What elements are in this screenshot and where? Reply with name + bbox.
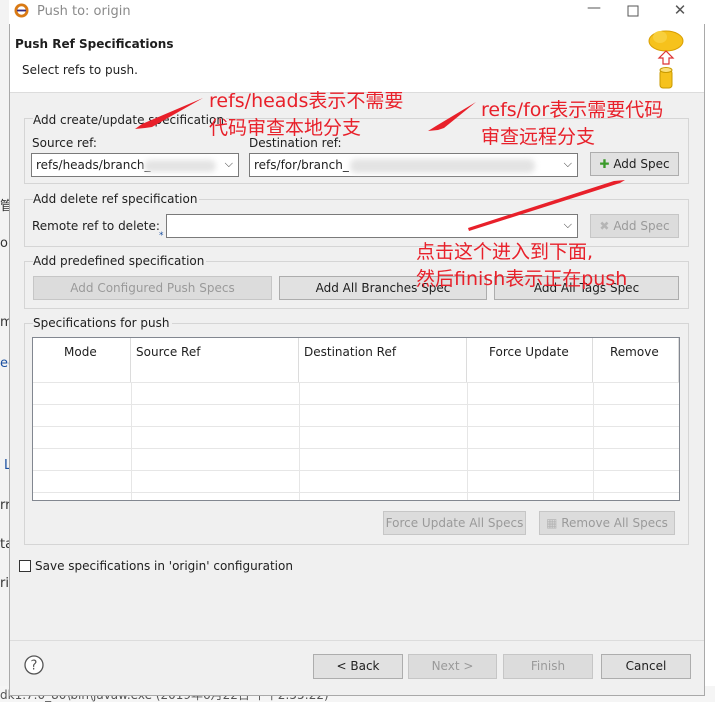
annotation-heads-line1: refs/heads表示不需要 [209, 90, 404, 112]
annotation-click-line2: 然后finish表示正在push [416, 268, 628, 290]
annotation-heads-line2: 代码审查本地分支 [209, 117, 362, 139]
annotation-arrow [428, 102, 476, 131]
annotation-arrow [468, 180, 625, 231]
annotation-click-line1: 点击这个进入到下面, [416, 241, 594, 263]
annotation-for-line1: refs/for表示需要代码 [481, 99, 664, 121]
annotation-for-line2: 审查远程分支 [481, 126, 596, 148]
annotation-arrow [135, 98, 203, 129]
